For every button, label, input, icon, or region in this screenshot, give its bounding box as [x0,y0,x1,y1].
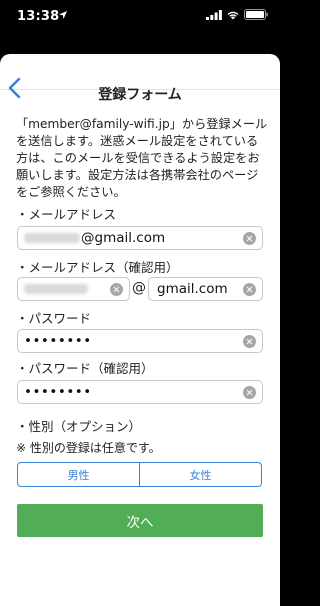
password-field[interactable]: •••••••• [17,329,263,353]
clear-password-confirm-icon[interactable] [243,386,256,399]
email-confirm-local-field[interactable] [17,277,130,301]
page-title: 登録フォーム [98,87,182,103]
redacted-text [24,284,88,294]
location-arrow-icon [59,11,67,19]
gender-segmented-control: 男性 女性 [17,462,262,487]
password-confirm-value: •••••••• [24,384,92,400]
navigation-bar: 登録フォーム [0,54,280,103]
clear-email-icon[interactable] [243,232,256,245]
password-value: •••••••• [24,333,92,349]
email-value-suffix: @gmail.com [81,230,166,246]
status-time: 13:38 [17,9,60,24]
redacted-text [24,233,80,243]
gender-option-female[interactable]: 女性 [139,463,261,486]
email-label: ・メールアドレス [16,207,117,222]
status-icons [206,9,268,20]
email-field[interactable]: @gmail.com [17,226,263,250]
clear-password-icon[interactable] [243,335,256,348]
clear-email-confirm-local-icon[interactable] [110,283,123,296]
gender-label: ・性別（オプション） [16,419,142,434]
email-confirm-domain-field[interactable]: gmail.com [148,277,263,301]
intro-text: 「member@family-wifi.jp」から登録メールを送信します。迷惑メ… [16,117,268,199]
password-confirm-field[interactable]: •••••••• [17,380,263,404]
gender-note: ※ 性別の登録は任意です。 [16,441,161,455]
battery-icon [244,9,268,20]
registration-form-sheet: 登録フォーム 「member@family-wifi.jp」から登録メールを送信… [0,54,280,606]
password-label: ・パスワード [16,311,92,326]
gender-option-male[interactable]: 男性 [18,463,139,486]
next-button[interactable]: 次へ [17,504,263,537]
email-confirm-domain-value: gmail.com [157,281,228,297]
email-confirm-label: ・メールアドレス（確認用） [16,260,179,275]
clear-email-confirm-domain-icon[interactable] [243,283,256,296]
at-sign: @ [132,280,146,296]
cellular-signal-icon [206,9,222,20]
wifi-icon [227,11,239,19]
password-confirm-label: ・パスワード（確認用） [16,361,154,376]
status-bar: 13:38 [0,0,280,30]
